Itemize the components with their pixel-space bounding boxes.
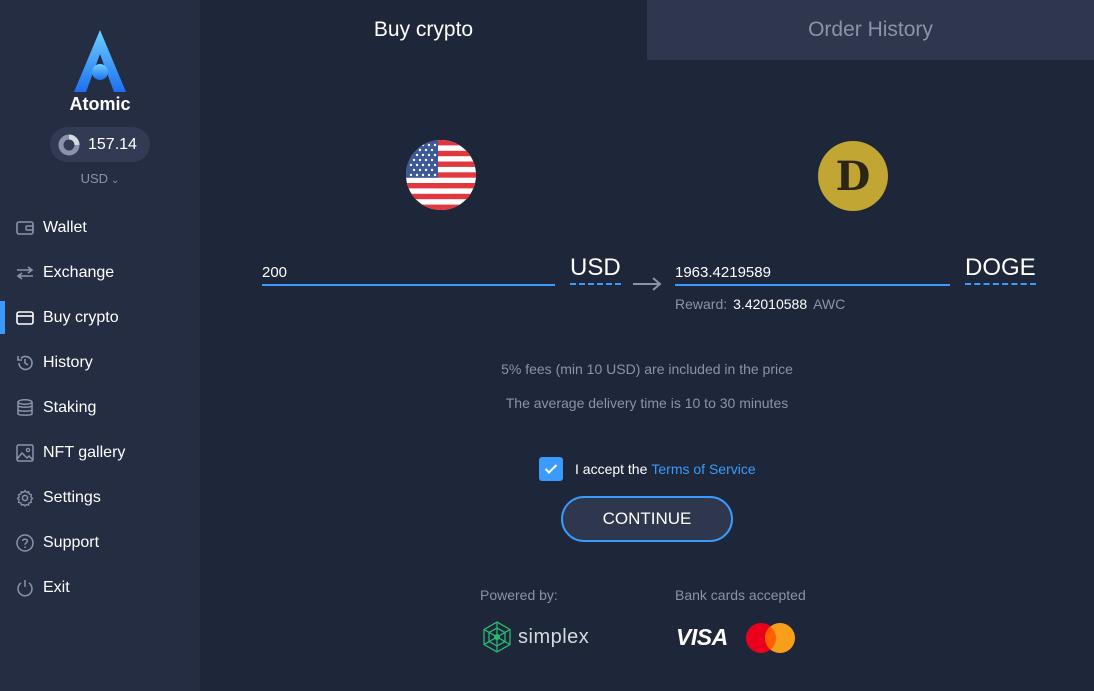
balance-pill[interactable]: 157.14 xyxy=(50,127,150,162)
checkmark-icon xyxy=(544,464,558,474)
sidebar-item-label: Buy crypto xyxy=(43,308,119,326)
simplex-logo: simplex xyxy=(480,620,589,654)
power-icon xyxy=(15,578,35,598)
currency-label: USD xyxy=(80,171,109,186)
reward-unit: AWC xyxy=(813,296,846,312)
sidebar-item-label: Exit xyxy=(43,578,70,596)
coins-stack-icon xyxy=(15,398,35,418)
powered-by-label: Powered by: xyxy=(480,587,558,603)
from-amount-input[interactable] xyxy=(262,260,555,286)
delivery-note: The average delivery time is 10 to 30 mi… xyxy=(505,395,789,411)
sidebar-item-settings[interactable]: Settings xyxy=(0,475,200,520)
help-icon xyxy=(15,533,35,553)
gear-icon xyxy=(15,488,35,508)
fees-note: 5% fees (min 10 USD) are included in the… xyxy=(501,361,793,377)
sidebar-item-label: Support xyxy=(43,533,100,551)
sidebar-item-label: Exchange xyxy=(43,263,115,281)
terms-text: I accept the xyxy=(575,461,648,477)
terms-checkbox[interactable] xyxy=(539,457,563,481)
simplex-mark-icon xyxy=(483,621,511,653)
continue-button[interactable]: CONTINUE xyxy=(561,496,733,542)
sidebar-item-wallet[interactable]: Wallet xyxy=(0,205,200,250)
history-icon xyxy=(15,353,35,373)
terms-row: I accept the Terms of Service xyxy=(539,457,756,481)
mastercard-logo xyxy=(746,623,795,653)
simplex-wordmark: simplex xyxy=(518,625,590,648)
terms-of-service-link[interactable]: Terms of Service xyxy=(651,461,755,477)
image-icon xyxy=(15,443,35,463)
reward-label: Reward: xyxy=(675,296,728,312)
sidebar-item-label: Wallet xyxy=(43,218,87,236)
sidebar-item-support[interactable]: Support xyxy=(0,520,200,565)
reward-value: 3.42010588 xyxy=(733,296,808,312)
sidebar: Atomic 157.14 USD⌄ Wallet Exchange Buy xyxy=(0,0,200,691)
sidebar-item-label: Settings xyxy=(43,488,101,506)
chevron-down-icon: ⌄ xyxy=(111,175,120,186)
sidebar-item-label: Staking xyxy=(43,398,97,416)
sidebar-item-exchange[interactable]: Exchange xyxy=(0,250,200,295)
exchange-icon xyxy=(15,263,35,283)
portfolio-donut-icon xyxy=(58,134,80,155)
to-amount-input[interactable] xyxy=(675,260,950,286)
tab-order-history[interactable]: Order History xyxy=(647,0,1094,60)
sidebar-item-label: NFT gallery xyxy=(43,443,126,461)
sidebar-item-buy-crypto[interactable]: Buy crypto xyxy=(0,295,200,340)
card-icon xyxy=(15,308,35,328)
doge-coin-icon: D xyxy=(818,141,888,211)
svg-text:D: D xyxy=(836,153,871,200)
wallet-icon xyxy=(15,218,35,238)
arrow-right-icon xyxy=(633,277,662,291)
currency-selector[interactable]: USD ⌄ xyxy=(0,171,200,186)
from-currency-selector[interactable]: USD xyxy=(570,256,621,285)
visa-logo: VISA xyxy=(676,624,728,650)
sidebar-item-exit[interactable]: Exit xyxy=(0,565,200,610)
tab-buy-crypto[interactable]: Buy crypto xyxy=(200,0,647,60)
reward-info: Reward: 3.42010588 AWC xyxy=(675,296,845,312)
sidebar-item-staking[interactable]: Staking xyxy=(0,385,200,430)
balance-amount: 157.14 xyxy=(88,135,137,153)
usd-flag-icon xyxy=(406,140,476,210)
to-currency-selector[interactable]: DOGE xyxy=(965,256,1036,285)
sidebar-item-label: History xyxy=(43,353,93,371)
sidebar-item-nft-gallery[interactable]: NFT gallery xyxy=(0,430,200,475)
sidebar-nav: Wallet Exchange Buy crypto History Staki… xyxy=(0,205,200,610)
atomic-logo xyxy=(74,30,126,92)
sidebar-item-history[interactable]: History xyxy=(0,340,200,385)
cards-accepted-label: Bank cards accepted xyxy=(675,587,806,603)
brand-name: Atomic xyxy=(69,94,131,114)
